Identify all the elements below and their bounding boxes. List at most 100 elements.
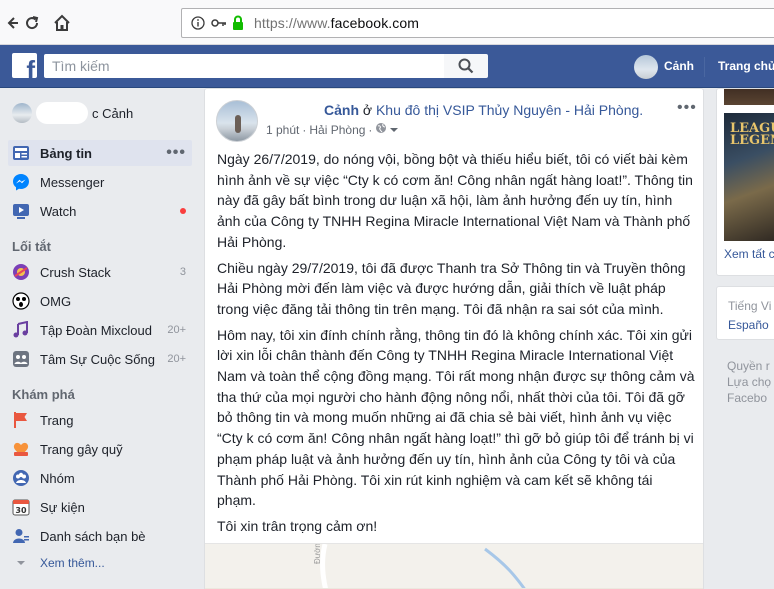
location-map[interactable]: Đường Mần xyxy=(205,543,703,589)
sidebar-item-mixcloud[interactable]: Tập Đoàn Mixcloud 20+ xyxy=(8,317,192,343)
browser-toolbar: https://www.facebook.com xyxy=(0,0,774,45)
post-timestamp[interactable]: 1 phút xyxy=(266,123,299,137)
groups-icon xyxy=(10,467,32,489)
lock-icon[interactable] xyxy=(231,15,245,36)
sidebar-see-more[interactable]: Xem thêm... xyxy=(8,550,192,576)
news-feed-icon xyxy=(10,142,32,164)
post-text: Ngày 26/7/2019, do nóng vội, bồng bột và… xyxy=(217,149,695,542)
sidebar-item-crush-stack[interactable]: Crush Stack 3 xyxy=(8,259,192,285)
audience-dropdown-icon[interactable] xyxy=(390,123,399,137)
sidebar-item-label: Crush Stack xyxy=(40,264,111,280)
sidebar-item-watch[interactable]: Watch xyxy=(8,198,192,224)
svg-text:30: 30 xyxy=(15,506,27,515)
sidebar-profile-name: c Cảnh xyxy=(92,105,134,121)
header-divider xyxy=(704,57,705,77)
feed-post: Cảnh ở Khu đô thị VSIP Thủy Nguyên - Hải… xyxy=(204,88,704,589)
search-button[interactable] xyxy=(444,54,488,78)
post-meta: 1 phút · Hải Phòng · xyxy=(266,122,399,137)
fundraiser-heart-icon xyxy=(10,438,32,460)
sidebar-item-fundraisers[interactable]: Trang gây quỹ xyxy=(8,436,192,462)
chevron-down-icon xyxy=(10,552,32,574)
omg-icon xyxy=(10,290,32,312)
facebook-logo-icon[interactable]: f xyxy=(12,53,37,78)
header-profile-link[interactable]: Cảnh xyxy=(664,59,694,73)
footer-link[interactable]: Facebo xyxy=(727,390,771,406)
badge-count: 20+ xyxy=(167,324,186,336)
game-thumbnail[interactable]: LEAGUE LEGENDS xyxy=(724,113,774,241)
post-location-link[interactable]: Khu đô thị VSIP Thủy Nguyên - Hải Phòng. xyxy=(376,102,643,118)
redacted-name-blur xyxy=(36,102,88,124)
globe-icon[interactable] xyxy=(375,122,387,137)
info-icon[interactable] xyxy=(191,16,205,35)
header-home-link[interactable]: Trang chủ xyxy=(718,59,774,73)
footer-links: Quyền r Lựa chọ Facebo xyxy=(727,358,771,406)
footer-link[interactable]: Quyền r xyxy=(727,358,771,374)
search-input[interactable]: Tìm kiếm xyxy=(44,54,444,78)
sidebar-item-friend-lists[interactable]: Danh sách bạn bè xyxy=(8,523,192,549)
reload-icon[interactable] xyxy=(22,13,42,33)
see-all-link[interactable]: Xem tất c xyxy=(724,247,774,261)
game-thumbnail[interactable] xyxy=(724,89,774,105)
post-paragraph: Hôm nay, tôi xin đính chính rằng, thông … xyxy=(217,326,695,509)
sidebar-item-label: OMG xyxy=(40,293,72,309)
shortcuts-heading: Lối tắt xyxy=(12,239,51,254)
key-icon[interactable] xyxy=(211,16,227,35)
post-paragraph: Chiều ngày 29/7/2019, tôi đã được Thanh … xyxy=(217,259,686,317)
footer-link[interactable]: Lựa chọ xyxy=(727,374,771,390)
badge-count: 20+ xyxy=(167,353,186,365)
post-paragraph: Ngày 26/7/2019, do nóng vội, bồng bột và… xyxy=(217,151,693,250)
sidebar-item-label: Messenger xyxy=(40,174,105,190)
sidebar-item-label: Tập Đoàn Mixcloud xyxy=(40,322,152,338)
post-options-icon[interactable]: ••• xyxy=(677,99,697,117)
more-options-icon[interactable]: ••• xyxy=(166,144,186,162)
facebook-header: f Tìm kiếm Cảnh Trang chủ xyxy=(0,45,774,88)
sidebar-item-label: Trang gây quỹ xyxy=(40,441,123,457)
url-text: https://www.facebook.com xyxy=(254,15,420,31)
crush-stack-icon xyxy=(10,261,32,283)
see-more-link[interactable]: Xem thêm... xyxy=(40,556,105,570)
sidebar-item-label: Trang xyxy=(40,412,74,428)
sidebar-item-label: Bảng tin xyxy=(40,145,92,161)
game-title: LEAGUE LEGENDS xyxy=(730,121,774,148)
back-icon[interactable] xyxy=(2,13,22,33)
sidebar-item-tam-su[interactable]: Tâm Sự Cuộc Sống 20+ xyxy=(8,346,192,372)
sidebar-item-label: Watch xyxy=(40,203,77,219)
language-link[interactable]: Españo xyxy=(728,318,769,332)
address-bar[interactable]: https://www.facebook.com xyxy=(181,8,774,38)
calendar-icon: 30 xyxy=(10,496,32,518)
header-avatar[interactable] xyxy=(634,55,658,79)
sidebar-profile[interactable]: c Cảnh xyxy=(12,102,133,124)
post-paragraph: Tôi xin trân trọng cảm ơn! xyxy=(217,517,378,534)
explore-heading: Khám phá xyxy=(12,387,75,402)
sidebar-item-messenger[interactable]: Messenger xyxy=(8,169,192,195)
post-header: Cảnh ở Khu đô thị VSIP Thủy Nguyên - Hải… xyxy=(324,102,643,118)
sidebar-item-label: Sự kiện xyxy=(40,499,85,515)
friend-list-icon xyxy=(10,525,32,547)
suggested-games-panel: LEAGUE LEGENDS Xem tất c xyxy=(716,88,774,276)
messenger-icon xyxy=(10,171,32,193)
post-city[interactable]: Hải Phòng xyxy=(309,123,365,137)
map-street-label: Đường Mần xyxy=(313,544,322,564)
music-note-icon xyxy=(10,319,32,341)
sidebar-item-label: Tâm Sự Cuộc Sống xyxy=(40,351,155,367)
sidebar-item-label: Danh sách bạn bè xyxy=(40,528,146,544)
left-sidebar: c Cảnh Bảng tin ••• Messenger Watch Lối … xyxy=(0,88,200,589)
search-icon xyxy=(458,58,474,74)
post-author-name[interactable]: Cảnh xyxy=(324,102,359,118)
sidebar-item-pages[interactable]: Trang xyxy=(8,407,192,433)
sidebar-item-news-feed[interactable]: Bảng tin ••• xyxy=(8,140,192,166)
language-panel: Tiếng Vi Españo xyxy=(716,286,774,340)
current-language: Tiếng Vi xyxy=(728,299,772,313)
notification-dot xyxy=(180,208,186,214)
map-roads xyxy=(205,544,703,589)
sidebar-item-events[interactable]: 30 Sự kiện xyxy=(8,494,192,520)
group-icon xyxy=(10,348,32,370)
location-prefix: ở xyxy=(362,102,373,118)
sidebar-item-groups[interactable]: Nhóm xyxy=(8,465,192,491)
right-column: LEAGUE LEGENDS Xem tất c Tiếng Vi Españo… xyxy=(716,88,774,589)
sidebar-item-label: Nhóm xyxy=(40,470,75,486)
flag-icon xyxy=(10,409,32,431)
sidebar-item-omg[interactable]: OMG xyxy=(8,288,192,314)
post-author-avatar[interactable] xyxy=(216,100,258,142)
home-icon[interactable] xyxy=(52,13,72,33)
